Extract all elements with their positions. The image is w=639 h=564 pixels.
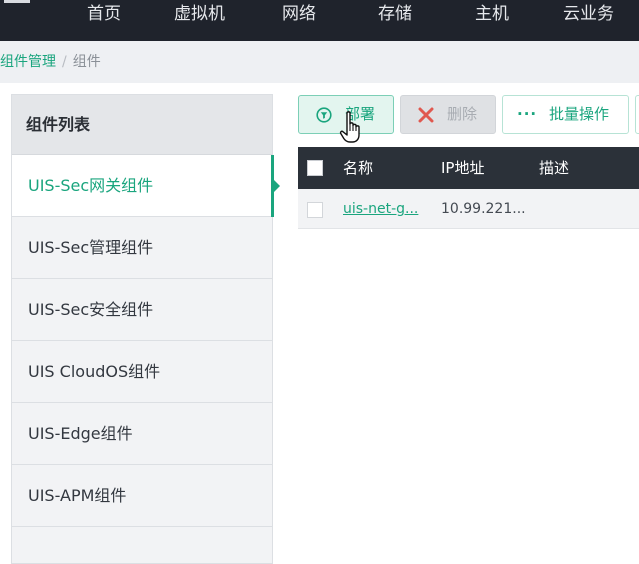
batch-operation-button-label: 批量操作: [549, 105, 610, 123]
component-item-label: UIS CloudOS组件: [28, 362, 161, 381]
top-nav-bar: 首页 虚拟机 网络 存储 主机 云业务: [0, 0, 639, 41]
component-item-label: UIS-Edge组件: [28, 424, 133, 443]
column-header-description[interactable]: 描述: [539, 147, 569, 189]
close-x-icon: [418, 107, 434, 123]
delete-button[interactable]: 删除: [400, 95, 496, 134]
nav-item-network[interactable]: 网络: [282, 0, 316, 30]
component-item-sec-management[interactable]: UIS-Sec管理组件: [12, 217, 272, 279]
row-name-link[interactable]: uis-net-g...: [343, 189, 418, 229]
table-header: 名称 IP地址 描述: [298, 147, 639, 189]
breadcrumb: 组件管理 / 组件: [0, 41, 639, 83]
hand-pointer-icon: [339, 111, 360, 143]
component-list-title: 组件列表: [12, 95, 272, 155]
component-item-edge[interactable]: UIS-Edge组件: [12, 403, 272, 465]
component-item-cloudos[interactable]: UIS CloudOS组件: [12, 341, 272, 403]
nav-item-storage[interactable]: 存储: [378, 0, 412, 30]
nav-item-host[interactable]: 主机: [475, 0, 509, 30]
ellipsis-icon: ···: [517, 105, 538, 123]
nav-item-home[interactable]: 首页: [87, 0, 121, 30]
component-item-sec-security[interactable]: UIS-Sec安全组件: [12, 279, 272, 341]
more-actions-button[interactable]: [635, 95, 639, 134]
column-header-name[interactable]: 名称: [343, 147, 373, 189]
filter-circle-icon: [316, 107, 332, 123]
nav-item-cloud-service[interactable]: 云业务: [563, 0, 614, 30]
component-item-apm[interactable]: UIS-APM组件: [12, 465, 272, 527]
component-list-panel: 组件列表 UIS-Sec网关组件 UIS-Sec管理组件 UIS-Sec安全组件…: [11, 94, 280, 564]
table-row: uis-net-g... 10.99.221...: [298, 189, 639, 229]
component-item-label: UIS-Sec管理组件: [28, 238, 154, 257]
batch-operation-button[interactable]: ··· 批量操作: [502, 95, 629, 134]
row-checkbox[interactable]: [307, 202, 323, 218]
component-item-label: UIS-APM组件: [28, 486, 127, 505]
active-indicator-arrow-icon: [274, 180, 280, 192]
column-header-ip[interactable]: IP地址: [441, 147, 484, 189]
component-item-sec-gateway[interactable]: UIS-Sec网关组件: [12, 155, 280, 217]
select-all-checkbox[interactable]: [307, 160, 323, 176]
breadcrumb-parent-link[interactable]: 组件管理: [0, 54, 56, 70]
delete-button-label: 删除: [447, 105, 478, 123]
component-item-label: UIS-Sec安全组件: [28, 300, 154, 319]
breadcrumb-current: 组件: [72, 54, 101, 70]
breadcrumb-separator: /: [62, 54, 67, 70]
nav-item-vm[interactable]: 虚拟机: [174, 0, 225, 30]
row-ip-address: 10.99.221...: [441, 201, 526, 217]
hamburger-icon[interactable]: [4, 0, 30, 3]
component-item-label: UIS-Sec网关组件: [28, 176, 154, 195]
